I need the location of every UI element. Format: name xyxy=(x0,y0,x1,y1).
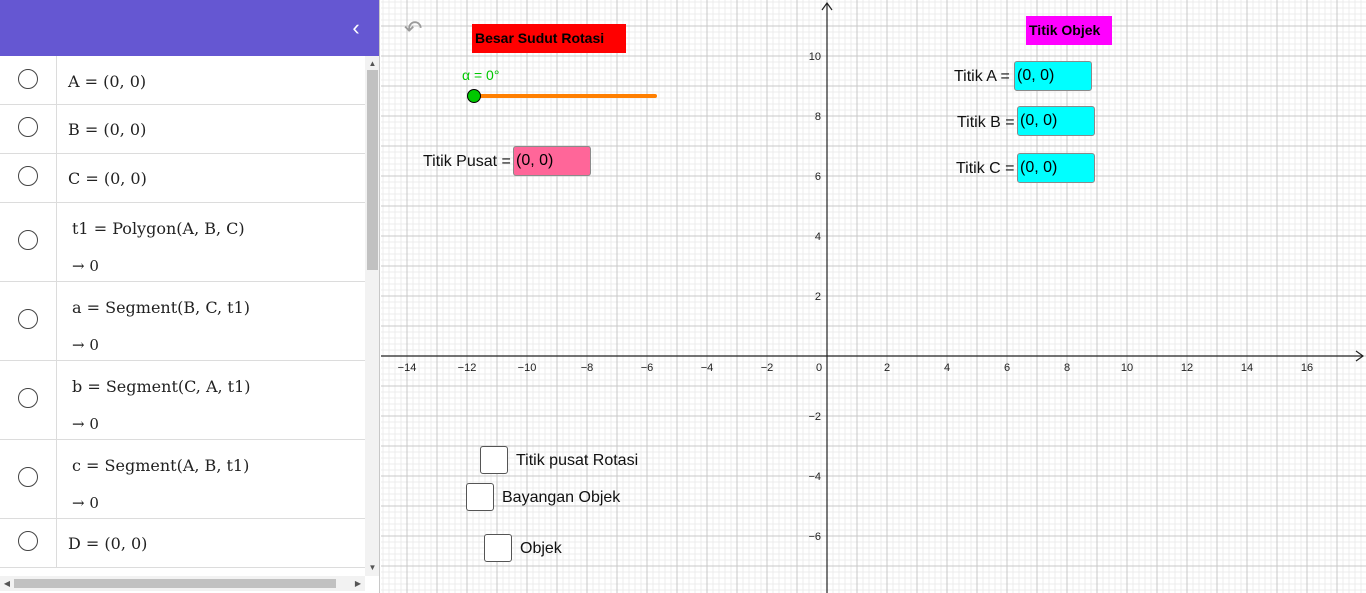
titik-b-input[interactable]: (0, 0) xyxy=(1017,106,1095,136)
scroll-left-icon[interactable]: ◀ xyxy=(1,576,13,591)
titik-b-label: Titik B = xyxy=(957,114,1015,131)
x-tick-label: 4 xyxy=(944,362,950,374)
checkbox-objek[interactable] xyxy=(484,534,512,562)
circle-icon xyxy=(18,388,38,408)
visibility-toggle[interactable] xyxy=(0,361,57,439)
definition-text[interactable]: D = (0, 0) xyxy=(68,534,147,553)
x-tick-label: −4 xyxy=(701,362,714,374)
y-tick-label: −2 xyxy=(808,411,821,423)
circle-icon xyxy=(18,69,38,89)
slider-label: α = 0° xyxy=(462,67,500,83)
definition-text[interactable]: B = (0, 0) xyxy=(68,120,146,139)
scroll-up-icon[interactable]: ▲ xyxy=(365,58,379,70)
definition-text[interactable]: t1 = Polygon(A, B, C) xyxy=(72,219,245,238)
checkbox-label: Titik pusat Rotasi xyxy=(516,452,639,469)
output-value: → 0 xyxy=(72,494,99,512)
y-tick-label: 6 xyxy=(815,171,821,183)
title-besar-sudut-rotasi: Besar Sudut Rotasi xyxy=(472,24,626,53)
visibility-toggle[interactable] xyxy=(0,154,57,202)
output-value: → 0 xyxy=(72,257,99,275)
visibility-toggle[interactable] xyxy=(0,203,57,281)
visibility-toggle[interactable] xyxy=(0,105,57,153)
horizontal-scrollbar[interactable]: ◀ ▶ xyxy=(0,576,365,591)
output-value: → 0 xyxy=(72,415,99,433)
algebra-view: ‹ A = (0, 0) B = (0, 0) C = (0, 0) t1 = … xyxy=(0,0,380,593)
scroll-right-icon[interactable]: ▶ xyxy=(352,576,364,591)
scrollbar-thumb[interactable] xyxy=(14,579,336,588)
x-tick-label: 12 xyxy=(1181,362,1193,374)
titik-a-label: Titik A = xyxy=(954,68,1010,85)
angle-slider-handle[interactable] xyxy=(467,89,481,103)
x-tick-label: 14 xyxy=(1241,362,1253,374)
algebra-list: A = (0, 0) B = (0, 0) C = (0, 0) t1 = Po… xyxy=(0,56,365,576)
circle-icon xyxy=(18,467,38,487)
titik-c-input[interactable]: (0, 0) xyxy=(1017,153,1095,183)
x-tick-label: 16 xyxy=(1301,362,1313,374)
scrollbar-thumb[interactable] xyxy=(367,70,378,270)
checkbox-label: Objek xyxy=(520,540,562,557)
x-tick-label: 2 xyxy=(884,362,890,374)
x-tick-label: −6 xyxy=(641,362,654,374)
list-item[interactable]: A = (0, 0) xyxy=(0,56,365,105)
titik-a-input[interactable]: (0, 0) xyxy=(1014,61,1092,91)
x-tick-label: 6 xyxy=(1004,362,1010,374)
y-tick-label: 8 xyxy=(815,111,821,123)
chevron-left-icon[interactable]: ‹ xyxy=(346,16,366,40)
circle-icon xyxy=(18,117,38,137)
circle-icon xyxy=(18,309,38,329)
output-value: → 0 xyxy=(72,336,99,354)
x-tick-label: −8 xyxy=(581,362,594,374)
definition-text[interactable]: C = (0, 0) xyxy=(68,169,147,188)
y-tick-label: 4 xyxy=(815,231,821,243)
x-tick-label: 0 xyxy=(816,362,822,374)
pusat-label: Titik Pusat = xyxy=(423,153,511,170)
list-item[interactable]: C = (0, 0) xyxy=(0,154,365,203)
checkbox-titik-pusat-rotasi[interactable] xyxy=(480,446,508,474)
x-tick-label: −2 xyxy=(761,362,774,374)
list-item[interactable]: c = Segment(A, B, t1) → 0 xyxy=(0,440,365,519)
circle-icon xyxy=(18,531,38,551)
title-titik-objek: Titik Objek xyxy=(1026,16,1112,45)
definition-text[interactable]: b = Segment(C, A, t1) xyxy=(72,377,251,396)
list-item[interactable]: D = (0, 0) xyxy=(0,519,365,568)
checkbox-label: Bayangan Objek xyxy=(502,489,621,506)
y-tick-label: −6 xyxy=(808,531,821,543)
list-item[interactable]: B = (0, 0) xyxy=(0,105,365,154)
x-tick-label: −14 xyxy=(398,362,417,374)
circle-icon xyxy=(18,230,38,250)
circle-icon xyxy=(18,166,38,186)
x-tick-label: −12 xyxy=(458,362,477,374)
x-tick-label: −10 xyxy=(518,362,537,374)
visibility-toggle[interactable] xyxy=(0,282,57,360)
list-item[interactable]: b = Segment(C, A, t1) → 0 xyxy=(0,361,365,440)
algebra-header: ‹ xyxy=(0,0,379,56)
y-tick-label: −4 xyxy=(808,471,821,483)
pusat-input[interactable]: (0, 0) xyxy=(513,146,591,176)
angle-slider-track[interactable] xyxy=(474,94,657,98)
checkbox-bayangan-objek[interactable] xyxy=(466,483,494,511)
y-tick-label: 10 xyxy=(809,51,821,63)
definition-text[interactable]: a = Segment(B, C, t1) xyxy=(72,298,250,317)
x-tick-label: 10 xyxy=(1121,362,1133,374)
vertical-scrollbar[interactable]: ▲ ▼ xyxy=(365,56,379,576)
visibility-toggle[interactable] xyxy=(0,56,57,104)
list-item[interactable]: t1 = Polygon(A, B, C) → 0 xyxy=(0,203,365,282)
scroll-down-icon[interactable]: ▼ xyxy=(365,562,379,574)
visibility-toggle[interactable] xyxy=(0,519,57,567)
visibility-toggle[interactable] xyxy=(0,440,57,518)
list-item[interactable]: a = Segment(B, C, t1) → 0 xyxy=(0,282,365,361)
x-tick-label: 8 xyxy=(1064,362,1070,374)
y-tick-label: 2 xyxy=(815,291,821,303)
definition-text[interactable]: A = (0, 0) xyxy=(68,72,146,91)
undo-icon[interactable]: ↶ xyxy=(404,18,430,40)
definition-text[interactable]: c = Segment(A, B, t1) xyxy=(72,456,249,475)
titik-c-label: Titik C = xyxy=(956,160,1015,177)
